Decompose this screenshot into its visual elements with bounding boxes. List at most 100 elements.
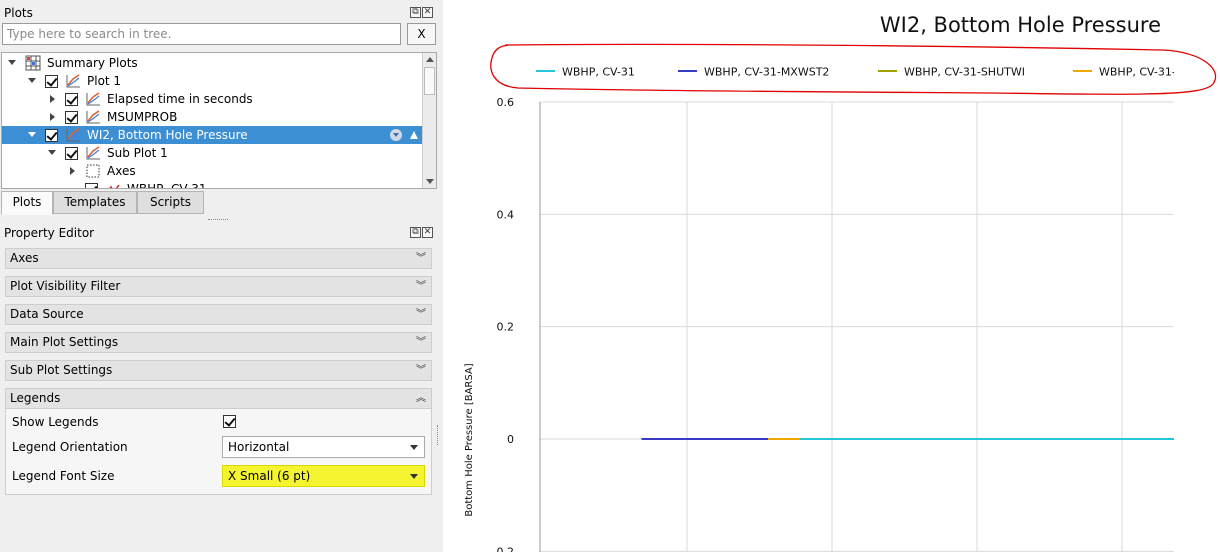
tab-plots[interactable]: Plots bbox=[1, 191, 53, 215]
legend-orientation-value: Horizontal bbox=[228, 440, 290, 454]
tree-item[interactable]: MSUMPROB bbox=[2, 108, 423, 126]
expand-chevron-icon: ︾ bbox=[416, 281, 426, 292]
y-tick-label: 0.6 bbox=[497, 96, 515, 109]
expand-arrow-icon[interactable] bbox=[48, 150, 56, 155]
tree-item[interactable]: Sub Plot 1 bbox=[2, 144, 423, 162]
legend-entry: WBHP, CV-31-MXWST2 bbox=[704, 66, 829, 79]
curve-icon bbox=[105, 181, 121, 188]
collapsed-arrow-icon[interactable] bbox=[50, 113, 55, 121]
show-legends-checkbox[interactable] bbox=[223, 415, 236, 428]
tree-item-label: Sub Plot 1 bbox=[107, 146, 168, 160]
tree-item-label: WBHP, CV-31 bbox=[127, 182, 207, 189]
tree-item-label: WI2, Bottom Hole Pressure bbox=[87, 128, 248, 142]
collapse-chevron-icon: ︽ bbox=[416, 393, 426, 404]
y-axis-label: Bottom Hole Pressure [BARSA] bbox=[464, 363, 475, 516]
search-input[interactable] bbox=[2, 23, 401, 45]
visibility-checkbox[interactable] bbox=[45, 75, 58, 88]
left-dock: Plots ⧉ ✕ X Summary Plots Plot 1 Elapsed t… bbox=[0, 0, 443, 552]
plot-icon bbox=[65, 127, 81, 143]
section-label: Plot Visibility Filter bbox=[10, 279, 121, 293]
section-axes[interactable]: Axes ︾ bbox=[5, 248, 432, 269]
legend-entry: WBHP, CV-31 bbox=[562, 66, 635, 79]
legend-font-size-select[interactable]: X Small (6 pt) bbox=[222, 465, 425, 487]
plot-tree: Summary Plots Plot 1 Elapsed time in secon… bbox=[1, 52, 437, 189]
legend-font-size-label: Legend Font Size bbox=[12, 469, 115, 483]
expand-chevron-icon: ︾ bbox=[416, 365, 426, 376]
dropdown-arrow-icon bbox=[410, 445, 418, 450]
visibility-checkbox[interactable] bbox=[45, 129, 58, 142]
expand-arrow-icon[interactable] bbox=[28, 132, 36, 137]
dock-splitter-handle[interactable] bbox=[208, 219, 228, 221]
expand-chevron-icon: ︾ bbox=[416, 337, 426, 348]
float-icon[interactable]: ⧉ bbox=[410, 7, 421, 18]
tree-item[interactable]: Summary Plots bbox=[2, 54, 423, 72]
section-label: Axes bbox=[10, 251, 39, 265]
property-editor-buttons: ⧉ ✕ bbox=[410, 227, 433, 238]
tree-item-label: Plot 1 bbox=[87, 74, 122, 88]
visibility-checkbox[interactable] bbox=[65, 111, 78, 124]
axes-icon bbox=[85, 163, 101, 179]
plot-area[interactable]: WI2, Bottom Hole Pressure 0.6 0.4 0.2 0 -0.2… bbox=[443, 0, 1220, 552]
tree-scrollbar[interactable] bbox=[422, 53, 436, 188]
plot-icon bbox=[85, 91, 101, 107]
plot-icon bbox=[85, 109, 101, 125]
panel-splitter-handle[interactable] bbox=[437, 425, 440, 445]
plots-panel-buttons: ⧉ ✕ bbox=[410, 7, 433, 18]
tree-item-label: Elapsed time in seconds bbox=[107, 92, 253, 106]
close-icon[interactable]: ✕ bbox=[422, 227, 433, 238]
float-icon[interactable]: ⧉ bbox=[410, 227, 421, 238]
legend-entry: WBHP, CV-31- bbox=[1099, 66, 1176, 79]
collapsed-arrow-icon[interactable] bbox=[50, 95, 55, 103]
legends-properties: Show Legends Legend Orientation Horizont… bbox=[5, 409, 432, 495]
tree-item-label: Axes bbox=[107, 164, 136, 178]
tree-item[interactable]: WBHP, CV-31 bbox=[2, 180, 423, 189]
visibility-checkbox[interactable] bbox=[85, 183, 98, 188]
move-up-icon[interactable] bbox=[410, 131, 418, 139]
section-sub-plot-settings[interactable]: Sub Plot Settings ︾ bbox=[5, 360, 432, 381]
close-icon[interactable]: ✕ bbox=[422, 7, 433, 18]
expand-arrow-icon[interactable] bbox=[28, 78, 36, 83]
section-legends[interactable]: Legends ︽ bbox=[5, 388, 432, 409]
legend-font-size-value: X Small (6 pt) bbox=[228, 469, 311, 483]
legend-orientation-label: Legend Orientation bbox=[12, 440, 128, 454]
section-label: Legends bbox=[10, 391, 61, 405]
section-label: Data Source bbox=[10, 307, 84, 321]
tree-item-label: Summary Plots bbox=[47, 56, 138, 70]
scroll-up-icon[interactable] bbox=[426, 57, 434, 62]
tree-item[interactable]: Elapsed time in seconds bbox=[2, 90, 423, 108]
tab-templates[interactable]: Templates bbox=[53, 191, 137, 214]
tree-item[interactable]: Axes bbox=[2, 162, 423, 180]
legend-orientation-select[interactable]: Horizontal bbox=[222, 436, 425, 458]
section-plot-visibility-filter[interactable]: Plot Visibility Filter ︾ bbox=[5, 276, 432, 297]
section-main-plot-settings[interactable]: Main Plot Settings ︾ bbox=[5, 332, 432, 353]
show-legends-label: Show Legends bbox=[12, 415, 99, 429]
plots-panel-title: Plots bbox=[4, 6, 33, 20]
dropdown-arrow-icon bbox=[410, 474, 418, 479]
visibility-checkbox[interactable] bbox=[65, 147, 78, 160]
plot-icon bbox=[65, 73, 81, 89]
property-editor-title: Property Editor bbox=[4, 226, 95, 240]
expand-chevron-icon: ︾ bbox=[416, 253, 426, 264]
scroll-thumb[interactable] bbox=[424, 67, 435, 95]
expand-chevron-icon: ︾ bbox=[416, 309, 426, 320]
tab-scripts[interactable]: Scripts bbox=[137, 191, 204, 214]
chart-canvas: 0.6 0.4 0.2 0 -0.2 Bottom Hole Pressure [BARS… bbox=[464, 43, 1220, 552]
collapsed-arrow-icon[interactable] bbox=[70, 167, 75, 175]
summary-plots-icon bbox=[25, 55, 41, 71]
y-tick-label: 0.4 bbox=[497, 208, 515, 221]
y-tick-label: 0 bbox=[507, 433, 514, 446]
visibility-checkbox[interactable] bbox=[65, 93, 78, 106]
clear-search-button[interactable]: X bbox=[407, 23, 436, 45]
section-data-source[interactable]: Data Source ︾ bbox=[5, 304, 432, 325]
section-label: Sub Plot Settings bbox=[10, 363, 113, 377]
selected-item-controls bbox=[390, 129, 418, 141]
scroll-down-icon[interactable] bbox=[426, 179, 434, 184]
tree-item[interactable]: WI2, Bottom Hole Pressure bbox=[2, 126, 423, 144]
y-tick-label: 0.2 bbox=[497, 321, 515, 334]
section-label: Main Plot Settings bbox=[10, 335, 119, 349]
y-tick-label: -0.2 bbox=[493, 545, 514, 552]
tree-item-label: MSUMPROB bbox=[107, 110, 178, 124]
tree-item[interactable]: Plot 1 bbox=[2, 72, 423, 90]
expand-arrow-icon[interactable] bbox=[8, 60, 16, 65]
legend-entry: WBHP, CV-31-SHUTWI bbox=[904, 66, 1025, 79]
